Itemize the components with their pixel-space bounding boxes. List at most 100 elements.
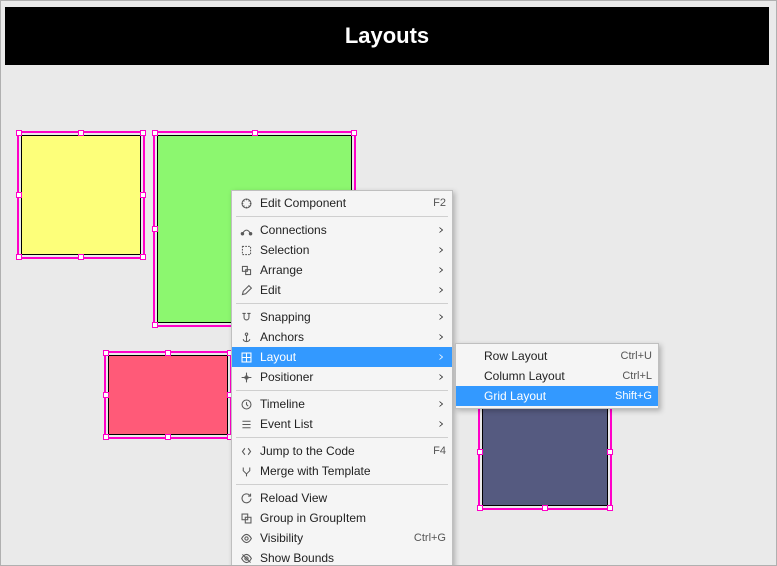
- resize-handle[interactable]: [103, 392, 109, 398]
- chevron-right-icon: [436, 353, 446, 361]
- design-canvas[interactable]: Layouts: [0, 0, 777, 566]
- arrange-icon: [236, 264, 256, 277]
- menu-item-show-bounds[interactable]: Show Bounds: [232, 548, 452, 566]
- resize-handle[interactable]: [16, 254, 22, 260]
- menu-item-selection[interactable]: Selection: [232, 240, 452, 260]
- anchors-icon: [236, 331, 256, 344]
- submenu-item-label: Row Layout: [480, 349, 613, 363]
- menu-item-layout[interactable]: Layout: [232, 347, 452, 367]
- menu-item-label: Jump to the Code: [256, 444, 425, 458]
- resize-handle[interactable]: [252, 130, 258, 136]
- resize-handle[interactable]: [103, 434, 109, 440]
- menu-item-anchors[interactable]: Anchors: [232, 327, 452, 347]
- menu-item-label: Visibility: [256, 531, 406, 545]
- menu-item-label: Edit: [256, 283, 436, 297]
- menu-item-group-in-groupitem[interactable]: Group in GroupItem: [232, 508, 452, 528]
- menu-separator: [236, 303, 448, 304]
- layout-icon: [236, 351, 256, 364]
- menu-item-label: Group in GroupItem: [256, 511, 446, 525]
- menu-item-connections[interactable]: Connections: [232, 220, 452, 240]
- chevron-right-icon: [436, 420, 446, 428]
- yellow-rect-fill: [21, 135, 141, 255]
- resize-handle[interactable]: [78, 130, 84, 136]
- merge-template-icon: [236, 465, 256, 478]
- menu-item-label: Connections: [256, 223, 436, 237]
- layout-submenu[interactable]: Row Layout Ctrl+U Column Layout Ctrl+L Grid …: [455, 343, 659, 409]
- menu-item-visibility[interactable]: Visibility Ctrl+G: [232, 528, 452, 548]
- menu-separator: [236, 484, 448, 485]
- menu-item-edit[interactable]: Edit: [232, 280, 452, 300]
- group-icon: [236, 512, 256, 525]
- resize-handle[interactable]: [78, 254, 84, 260]
- menu-item-arrange[interactable]: Arrange: [232, 260, 452, 280]
- menu-item-label: Selection: [256, 243, 436, 257]
- resize-handle[interactable]: [140, 192, 146, 198]
- resize-handle[interactable]: [351, 130, 357, 136]
- resize-handle[interactable]: [607, 505, 613, 511]
- chevron-right-icon: [436, 400, 446, 408]
- menu-item-label: Layout: [256, 350, 436, 364]
- resize-handle[interactable]: [152, 226, 158, 232]
- event-list-icon: [236, 418, 256, 431]
- menu-item-edit-component[interactable]: Edit ComponentF2: [232, 193, 452, 213]
- submenu-item-label: Column Layout: [480, 369, 614, 383]
- submenu-item-row-layout[interactable]: Row Layout Ctrl+U: [456, 346, 658, 366]
- purple-rect[interactable]: [478, 394, 612, 510]
- resize-handle[interactable]: [16, 192, 22, 198]
- resize-handle[interactable]: [477, 449, 483, 455]
- edit-component-icon: [236, 197, 256, 210]
- title-bar: Layouts: [5, 7, 769, 65]
- menu-separator: [236, 216, 448, 217]
- submenu-item-column-layout[interactable]: Column Layout Ctrl+L: [456, 366, 658, 386]
- chevron-right-icon: [436, 313, 446, 321]
- chevron-right-icon: [436, 333, 446, 341]
- reload-icon: [236, 492, 256, 505]
- yellow-rect[interactable]: [17, 131, 145, 259]
- submenu-item-label: Grid Layout: [480, 389, 607, 403]
- positioner-icon: [236, 371, 256, 384]
- pink-rect-fill: [108, 355, 228, 435]
- chevron-right-icon: [436, 286, 446, 294]
- selection-icon: [236, 244, 256, 257]
- submenu-item-shortcut: Ctrl+U: [621, 350, 652, 362]
- menu-item-label: Timeline: [256, 397, 436, 411]
- resize-handle[interactable]: [165, 434, 171, 440]
- connections-icon: [236, 224, 256, 237]
- resize-handle[interactable]: [16, 130, 22, 136]
- menu-item-shortcut: F4: [433, 445, 446, 457]
- menu-item-shortcut: Ctrl+G: [414, 532, 446, 544]
- submenu-item-shortcut: Shift+G: [615, 390, 652, 402]
- menu-item-timeline[interactable]: Timeline: [232, 394, 452, 414]
- menu-item-snapping[interactable]: Snapping: [232, 307, 452, 327]
- menu-item-merge-with-template[interactable]: Merge with Template: [232, 461, 452, 481]
- snapping-icon: [236, 311, 256, 324]
- purple-rect-fill: [482, 398, 608, 506]
- resize-handle[interactable]: [140, 130, 146, 136]
- menu-item-label: Arrange: [256, 263, 436, 277]
- title-text: Layouts: [345, 23, 429, 49]
- menu-item-reload-view[interactable]: Reload View: [232, 488, 452, 508]
- chevron-right-icon: [436, 373, 446, 381]
- menu-item-jump-to-the-code[interactable]: Jump to the Code F4: [232, 441, 452, 461]
- menu-separator: [236, 437, 448, 438]
- submenu-item-shortcut: Ctrl+L: [622, 370, 652, 382]
- resize-handle[interactable]: [140, 254, 146, 260]
- resize-handle[interactable]: [103, 350, 109, 356]
- resize-handle[interactable]: [152, 130, 158, 136]
- menu-item-label: Positioner: [256, 370, 436, 384]
- menu-item-label: Edit Component: [256, 196, 425, 210]
- menu-item-label: Event List: [256, 417, 436, 431]
- resize-handle[interactable]: [152, 322, 158, 328]
- resize-handle[interactable]: [607, 449, 613, 455]
- visibility-icon: [236, 532, 256, 545]
- pink-rect[interactable]: [104, 351, 232, 439]
- submenu-item-grid-layout[interactable]: Grid Layout Shift+G: [456, 386, 658, 406]
- resize-handle[interactable]: [165, 350, 171, 356]
- menu-item-event-list[interactable]: Event List: [232, 414, 452, 434]
- timeline-icon: [236, 398, 256, 411]
- resize-handle[interactable]: [477, 505, 483, 511]
- context-menu[interactable]: Edit ComponentF2 Connections Selection Arra…: [231, 190, 453, 566]
- menu-item-label: Anchors: [256, 330, 436, 344]
- menu-item-positioner[interactable]: Positioner: [232, 367, 452, 387]
- resize-handle[interactable]: [542, 505, 548, 511]
